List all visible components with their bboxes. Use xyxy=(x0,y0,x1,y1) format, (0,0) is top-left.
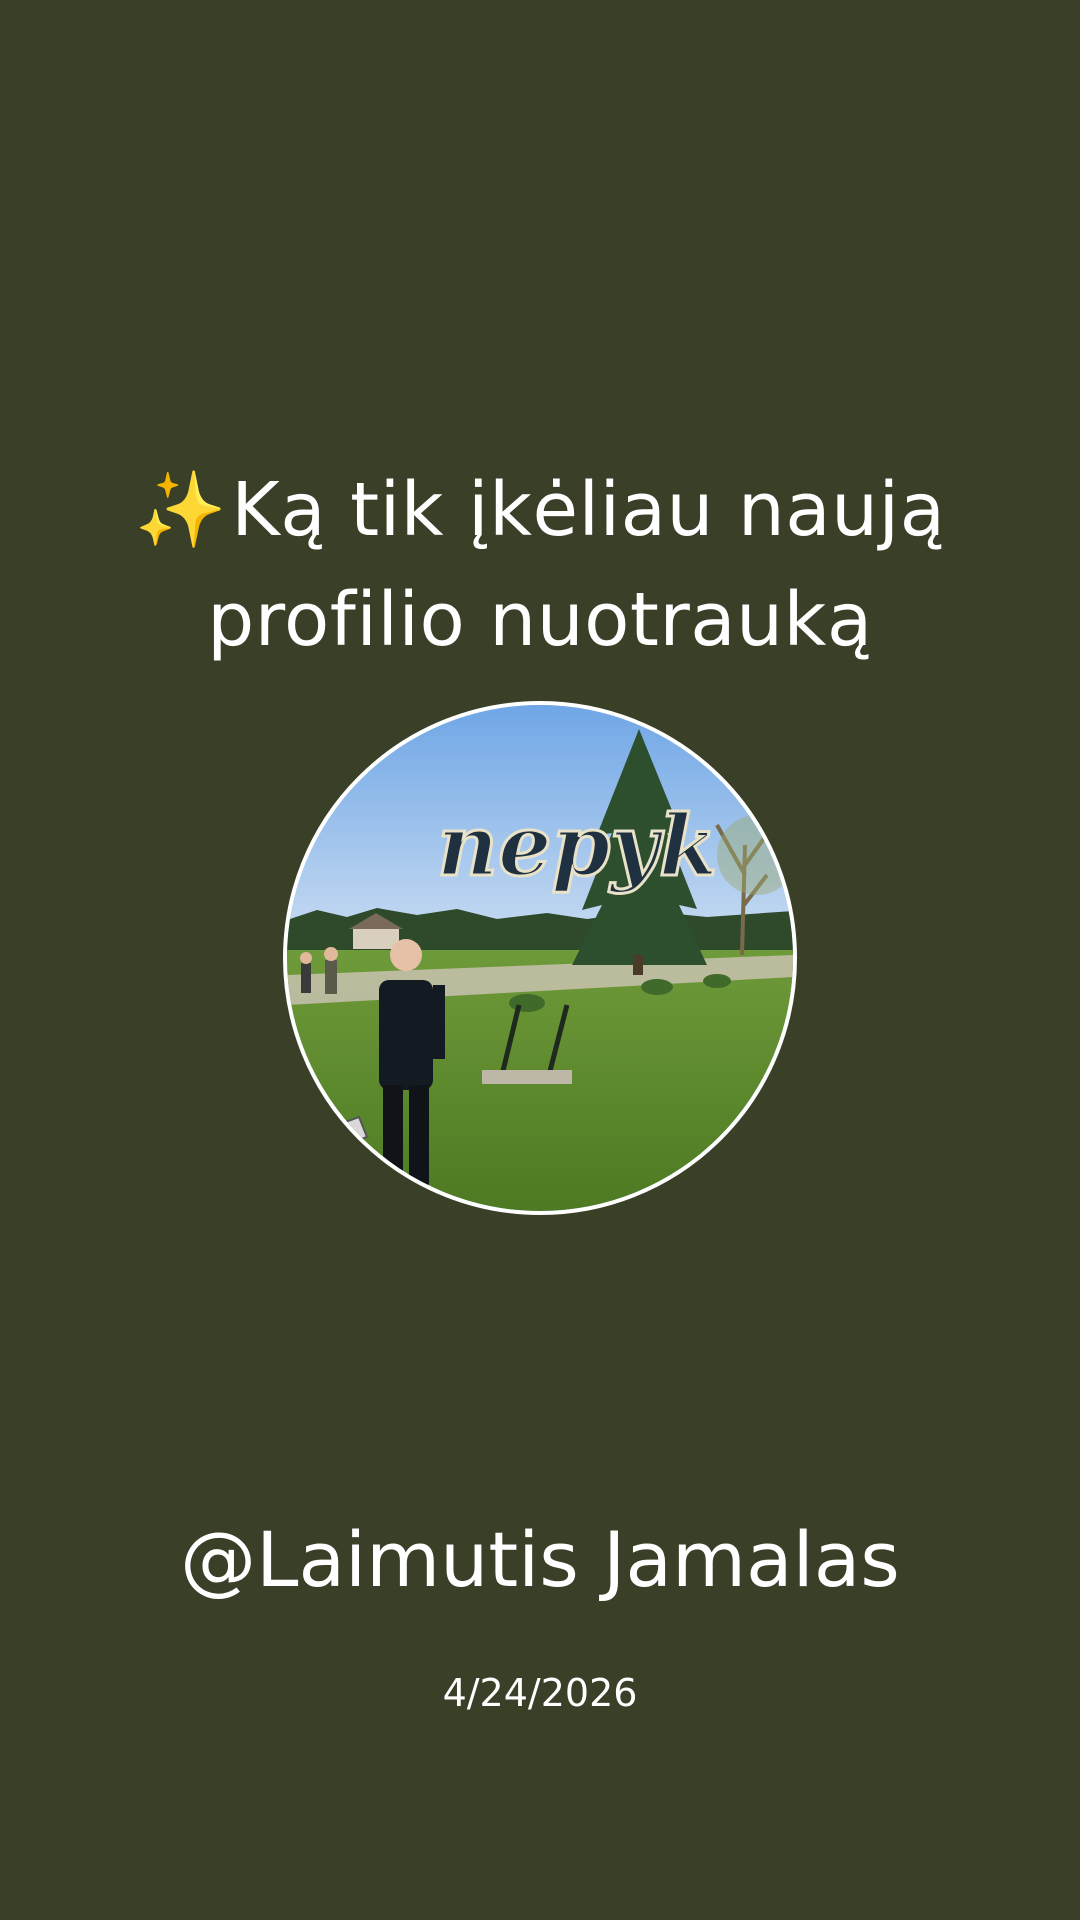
headline-line-1: Ką tik įkėliau naują xyxy=(231,467,946,553)
sparkles-icon: ✨ xyxy=(134,467,228,553)
profile-photo: nepyk xyxy=(283,701,797,1215)
post-date: 4/24/2026 xyxy=(442,1671,638,1715)
sign-text: nepyk xyxy=(437,796,717,895)
username[interactable]: @Laimutis Jamalas xyxy=(40,1510,1040,1610)
headline: ✨Ką tik įkėliau naują profilio nuotrauką xyxy=(90,455,990,675)
profile-photo-image: nepyk xyxy=(287,705,793,1211)
story-screen: ✨Ką tik įkėliau naują profilio nuotrauką xyxy=(0,0,1080,1920)
headline-line-2: profilio nuotrauką xyxy=(207,577,873,663)
